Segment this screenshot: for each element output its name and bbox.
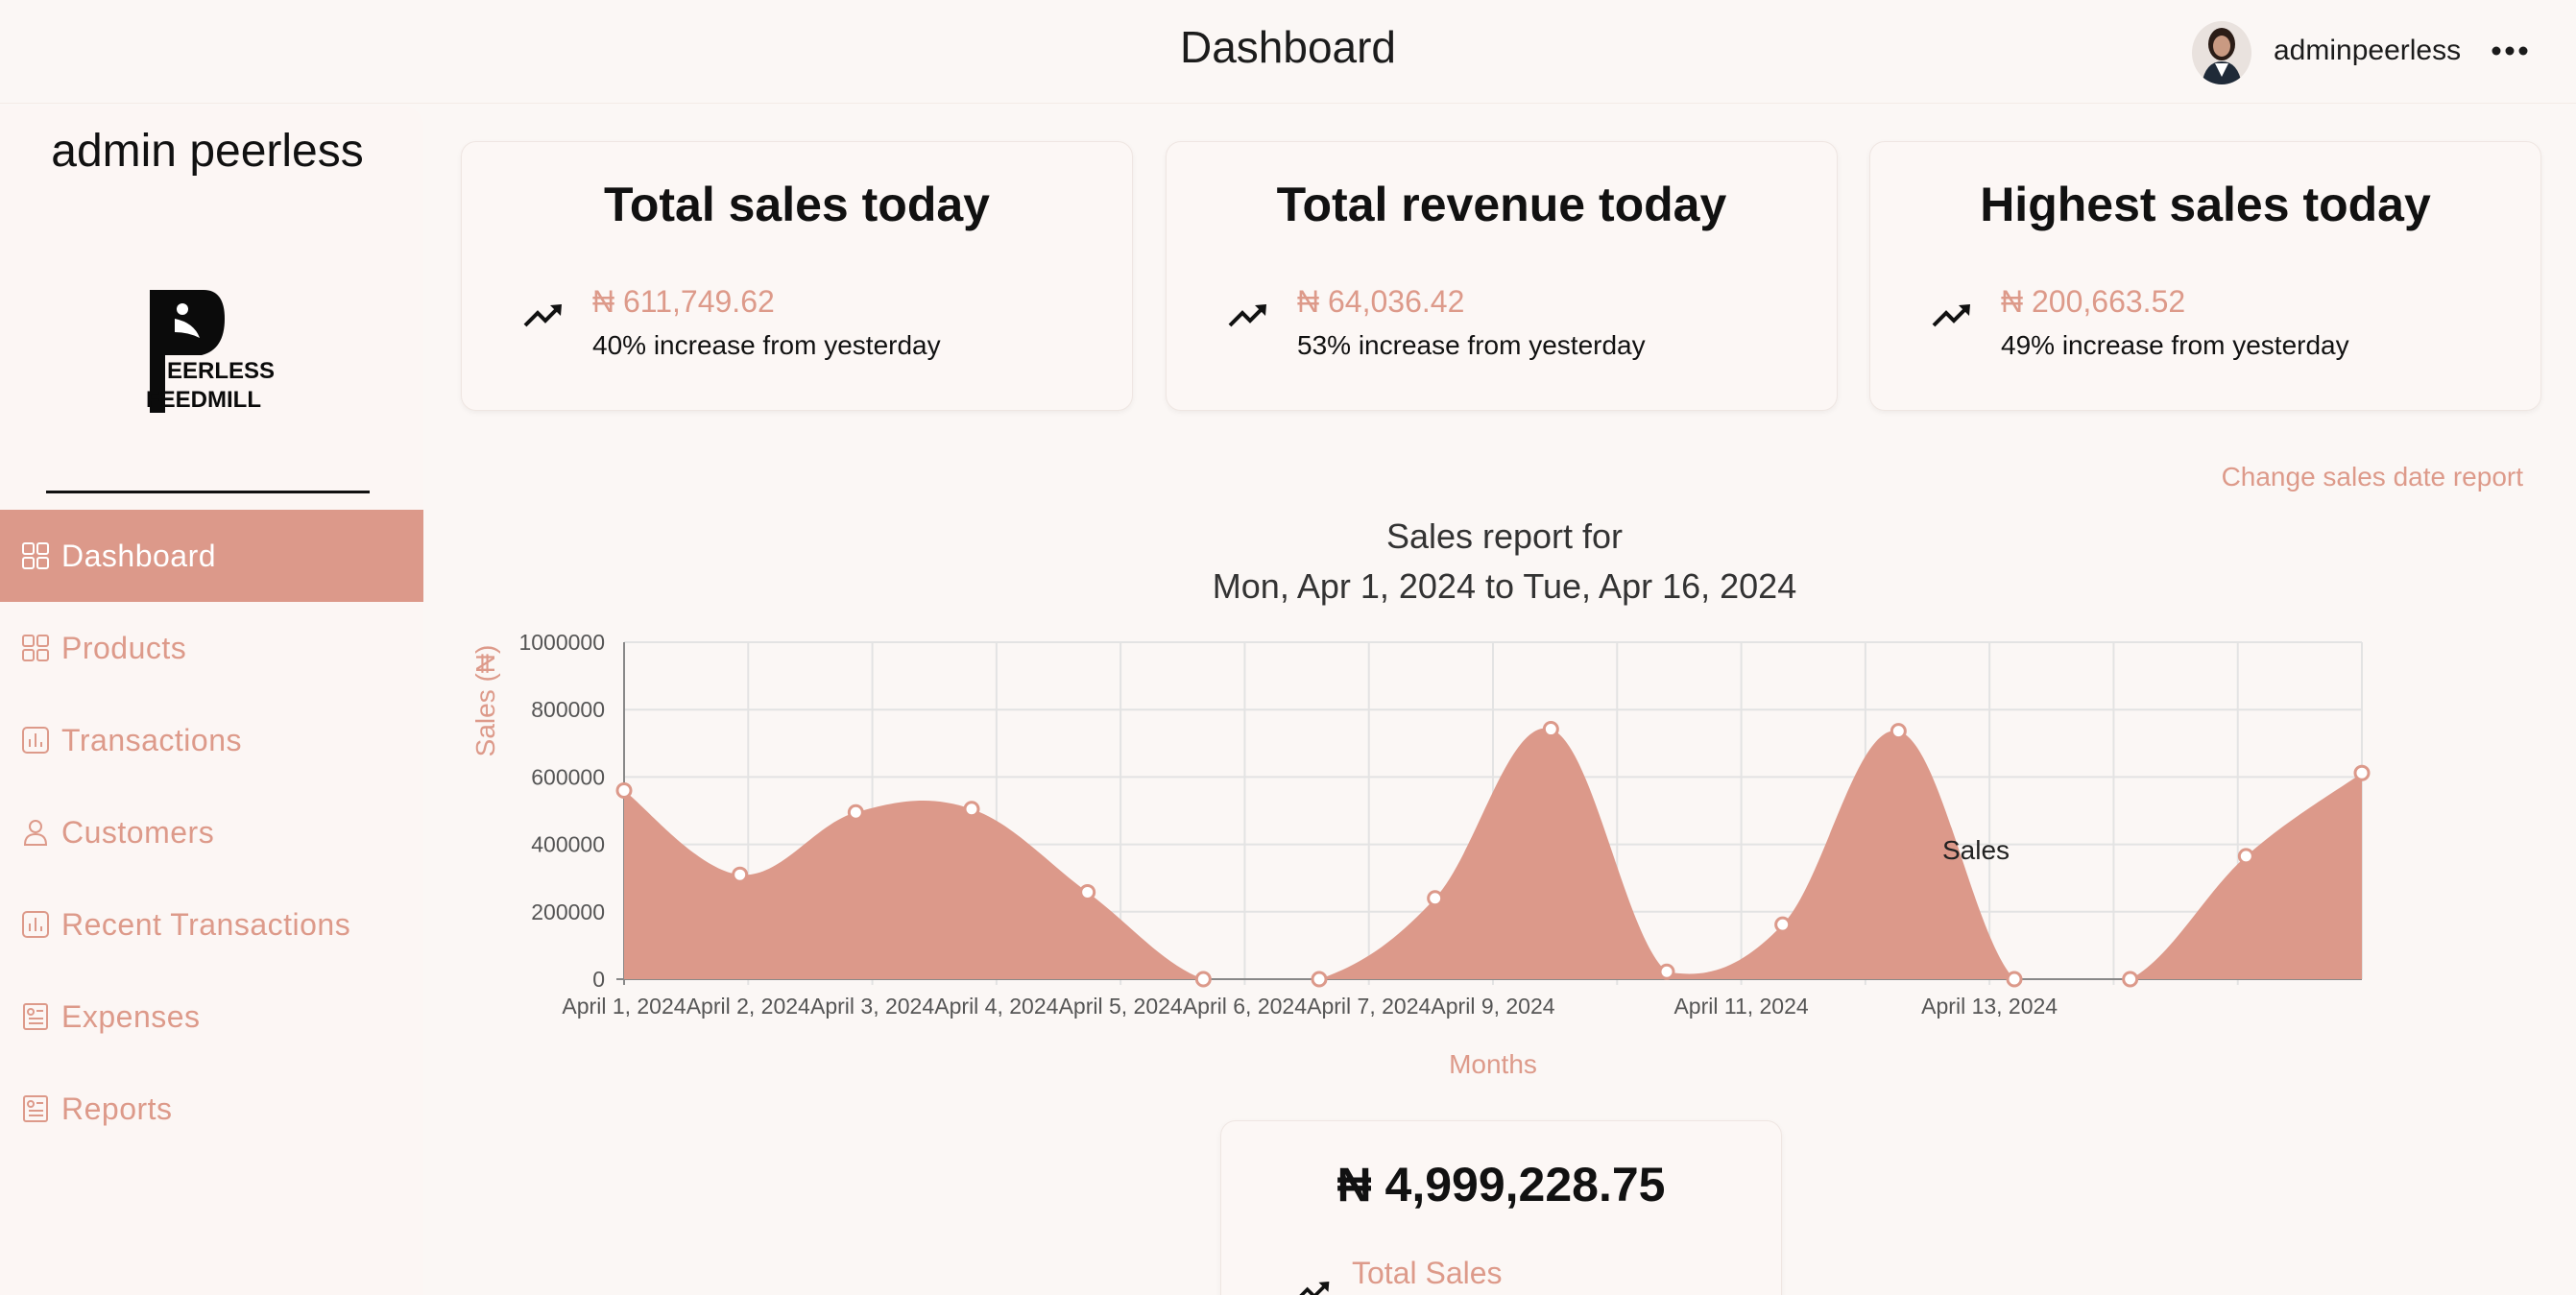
sidebar-item-label: Recent Transactions (61, 906, 351, 942)
grid-icon (22, 542, 49, 569)
total-sales-amount: ₦ 4,999,228.75 (1336, 1158, 1666, 1211)
report-icon (23, 1095, 48, 1122)
x-tick-label: April 4, 2024 (934, 994, 1058, 1019)
data-point (2353, 764, 2371, 781)
peerless-feedmill-logo: EERLESS FEEDMILL (146, 290, 277, 413)
data-point (615, 781, 633, 799)
y-tick-label: 400000 (531, 832, 605, 857)
chart-y-ticks: 0 200000 400000 600000 800000 1000000 (518, 630, 605, 992)
data-point (847, 803, 864, 821)
chart-x-ticks: April 1, 2024 April 2, 2024 April 3, 2024 A… (562, 994, 2058, 1019)
username[interactable]: adminpeerless (2274, 35, 2461, 67)
stat-card-total-revenue: Total revenue today ₦ 64,036.42 53% incr… (1166, 141, 1838, 411)
sidebar-item-transactions[interactable]: Transactions (0, 694, 423, 786)
bar-chart-icon (22, 727, 49, 754)
trending-up-icon (1228, 304, 1266, 327)
data-point (1774, 916, 1792, 933)
x-tick-label: April 13, 2024 (1921, 994, 2058, 1019)
bar-chart-icon (22, 911, 49, 938)
y-tick-label: 800000 (531, 697, 605, 722)
total-sales-label: Total Sales (1352, 1256, 1503, 1290)
sidebar: admin peerless EERLESS FEEDMILL Dashboar… (0, 106, 423, 1295)
trending-up-icon (1932, 304, 1970, 327)
stat-change: 49% increase from yesterday (2001, 330, 2349, 360)
sidebar-item-reports[interactable]: Reports (0, 1063, 423, 1155)
sidebar-item-dashboard[interactable]: Dashboard (0, 510, 423, 602)
x-tick-label: April 2, 2024 (686, 994, 810, 1019)
sidebar-item-label: Customers (61, 814, 215, 850)
x-tick-label: April 5, 2024 (1059, 994, 1183, 1019)
user-avatar-icon (2192, 21, 2251, 84)
stat-change: 53% increase from yesterday (1297, 330, 1646, 360)
logo-line-2: FEEDMILL (146, 387, 261, 413)
data-point (1542, 721, 1559, 738)
x-tick-label: April 11, 2024 (1673, 994, 1808, 1019)
legend-label: Sales (1942, 835, 2010, 865)
sidebar-item-label: Products (61, 630, 187, 665)
data-point (1658, 963, 1675, 980)
y-tick-label: 200000 (531, 899, 605, 924)
more-options-button[interactable] (2489, 36, 2531, 65)
data-point (1079, 883, 1096, 900)
stat-title: Total revenue today (1276, 178, 1727, 231)
avatar[interactable] (2192, 21, 2251, 84)
data-point (1194, 971, 1212, 988)
sidebar-item-label: Expenses (61, 998, 201, 1034)
data-point (2006, 971, 2023, 988)
stat-title: Total sales today (604, 178, 990, 231)
change-sales-date-report-link[interactable]: Change sales date report (2222, 462, 2523, 492)
sidebar-item-recent-transactions[interactable]: Recent Transactions (0, 878, 423, 971)
data-point (1890, 723, 1907, 740)
y-tick-label: 600000 (531, 764, 605, 789)
data-point (1311, 971, 1328, 988)
more-horizontal-icon (2492, 46, 2528, 56)
x-tick-label: April 9, 2024 (1431, 994, 1554, 1019)
sidebar-nav: Dashboard Products Transactions Customer… (0, 510, 423, 1155)
data-point (963, 801, 980, 818)
sidebar-item-customers[interactable]: Customers (0, 786, 423, 878)
report-icon (23, 1003, 48, 1030)
trending-up-icon (1299, 1282, 1330, 1295)
sidebar-item-label: Dashboard (61, 538, 217, 573)
trending-up-icon (523, 304, 562, 327)
data-point (1427, 890, 1444, 907)
y-tick-label: 1000000 (518, 630, 605, 655)
page-title: Dashboard (1179, 22, 1397, 72)
sidebar-item-products[interactable]: Products (0, 602, 423, 694)
user-icon (23, 820, 48, 846)
total-sales-card: ₦ 4,999,228.75 Total Sales (1220, 1120, 1782, 1295)
x-tick-label: April 3, 2024 (810, 994, 934, 1019)
data-point (2237, 848, 2254, 865)
sales-report-chart: Sales report for Mon, Apr 1, 2024 to Tue… (470, 516, 2371, 1079)
sidebar-item-expenses[interactable]: Expenses (0, 971, 423, 1063)
sidebar-item-label: Transactions (61, 722, 242, 757)
stat-amount: ₦ 611,749.62 (592, 284, 775, 319)
x-tick-label: April 7, 2024 (1307, 994, 1431, 1019)
stat-amount: ₦ 64,036.42 (1297, 284, 1465, 319)
sidebar-item-label: Reports (61, 1091, 173, 1126)
chart-title-line-2: Mon, Apr 1, 2024 to Tue, Apr 16, 2024 (1213, 566, 1796, 606)
sidebar-divider (46, 491, 370, 493)
chart-title-line-1: Sales report for (1386, 516, 1623, 556)
logo-line-1: EERLESS (167, 358, 275, 384)
data-point (2122, 971, 2139, 988)
stat-amount: ₦ 200,663.52 (2001, 284, 2186, 319)
top-header: Dashboard adminpeerless (0, 0, 2576, 104)
stat-change: 40% increase from yesterday (592, 330, 941, 360)
stat-card-total-sales: Total sales today ₦ 611,749.62 40% incre… (461, 141, 1133, 411)
x-tick-label: April 6, 2024 (1183, 994, 1307, 1019)
stat-card-highest-sales: Highest sales today ₦ 200,663.52 49% inc… (1869, 141, 2541, 411)
brand-name: admin peerless (51, 126, 364, 177)
y-tick-label: 0 (592, 967, 605, 992)
chart-y-axis-label: Sales (₦) (470, 645, 500, 757)
stat-title: Highest sales today (1980, 178, 2431, 231)
x-tick-label: April 1, 2024 (562, 994, 686, 1019)
grid-icon (22, 635, 49, 661)
chart-x-axis-label: Months (1449, 1049, 1537, 1079)
data-point (732, 866, 749, 883)
